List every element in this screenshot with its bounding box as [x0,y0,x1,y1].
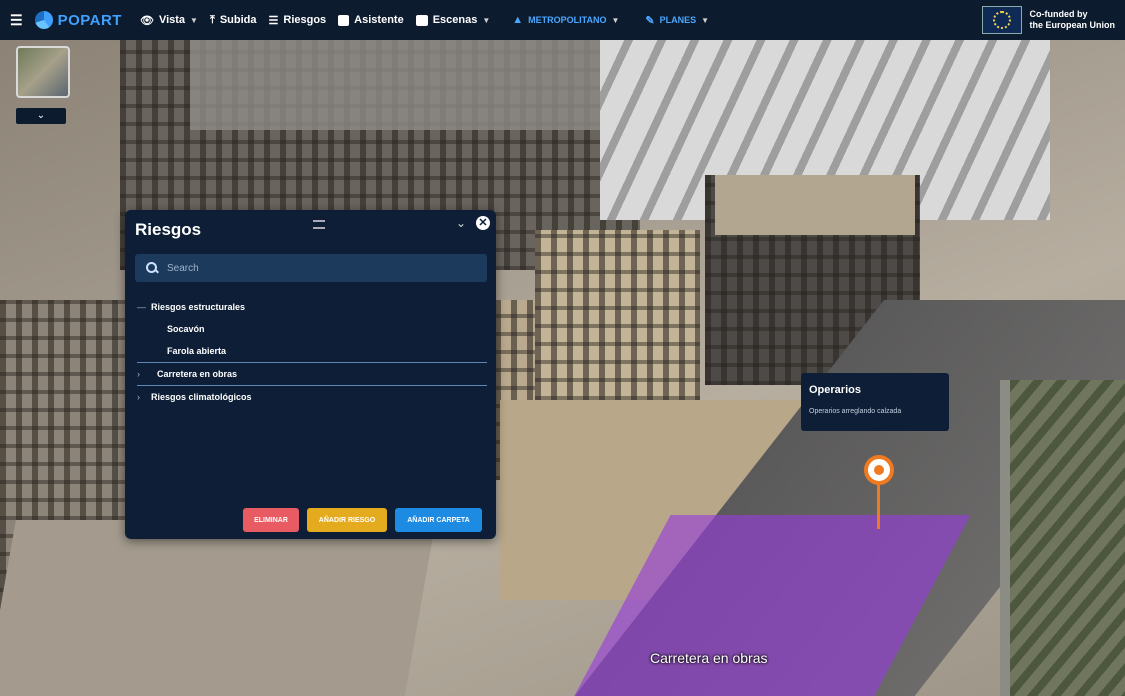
risk-marker-pin[interactable] [864,455,894,485]
eu-text-line1: Co-funded by [1029,9,1088,19]
search-input[interactable] [165,261,469,275]
search-icon [145,261,159,275]
tree-item-label: Riesgos estructurales [151,302,246,312]
tree-item-farola-abierta[interactable]: Farola abierta [137,340,487,362]
tree-item-socavon[interactable]: Socavón [137,318,487,340]
nav-asistente-label: Asistente [354,14,404,26]
nav-riesgos-label: Riesgos [283,14,327,26]
tree-item-label: Riesgos climatológicos [151,392,252,402]
add-risk-button[interactable]: AÑADIR RIESGO [307,508,387,532]
nav-subida-label: Subida [219,14,257,26]
chevron-down-icon: ▼ [190,15,198,25]
expand-toggle-icon[interactable]: › [137,392,151,402]
eye-icon: 👁 [139,14,154,27]
scenes-icon [415,14,428,26]
tree-item-riesgos-climatologicos[interactable]: › Riesgos climatológicos [137,386,487,408]
close-icon[interactable]: ✕ [476,216,490,230]
chevron-down-icon: ⌄ [36,110,46,121]
add-folder-button[interactable]: AÑADIR CARPETA [395,508,482,532]
building-tower-roof [715,175,915,235]
eu-funding-badge: Co-funded by the European Union [981,6,1116,34]
tree-item-label: Farola abierta [167,346,227,356]
nav-asistente[interactable]: Asistente [338,14,404,26]
nav-escenas[interactable]: Escenas ▼ [415,14,491,26]
upload-icon: ⤒ [209,13,215,26]
hierarchy-icon: ☰ [268,14,279,27]
assistant-icon [338,14,350,26]
trees-right [1010,380,1125,696]
eu-flag-icon [981,6,1022,34]
riesgos-panel: Riesgos ⌄ ✕ — Riesgos estructurales Soca… [125,210,496,539]
tree-item-carretera-en-obras[interactable]: › Carretera en obras [137,362,487,386]
eu-funding-text: Co-funded by the European Union [1030,9,1116,31]
chart-icon: ▲ [512,14,524,26]
layer-expand-button[interactable]: ⌄ [16,108,66,124]
delete-button[interactable]: ELIMINAR [243,508,299,532]
top-navigation-bar: ☰ POPART 👁 Vista ▼ ⤒ Subida ☰ Riesgos As… [0,0,1125,40]
expand-toggle-icon[interactable]: › [137,369,151,379]
menu-button[interactable]: ☰ [10,12,23,29]
collapse-chevron-icon[interactable]: ⌄ [456,216,466,230]
panel-title: Riesgos [135,220,202,239]
risk-tree: — Riesgos estructurales Socavón Farola a… [137,296,487,408]
nav-metropolitano-label: METROPOLITANO [528,15,607,25]
chevron-down-icon: ▼ [701,15,710,25]
base-layer-thumbnail[interactable] [16,46,70,98]
marker-tooltip: Operarios Operarios arreglando calzada [801,373,949,431]
search-box[interactable] [135,254,487,282]
nav-vista-label: Vista [158,14,186,26]
collapse-toggle-icon[interactable]: — [137,302,151,312]
tree-item-riesgos-estructurales[interactable]: — Riesgos estructurales [137,296,487,318]
drag-handle-icon[interactable] [313,220,325,229]
tree-item-label: Socavón [167,324,205,334]
map-zone-label: Carretera en obras [650,650,768,666]
popart-logo-icon [34,11,53,29]
tooltip-title: Operarios [809,384,861,396]
brand-logo: POPART [34,11,122,29]
brand-name: POPART [57,11,122,29]
eu-text-line2: the European Union [1029,20,1116,30]
nav-metropolitano[interactable]: ▲ METROPOLITANO ▼ [512,14,619,26]
nav-riesgos[interactable]: ☰ Riesgos [269,14,327,27]
nav-escenas-label: Escenas [432,14,478,26]
tree-item-label: Carretera en obras [157,369,238,379]
chevron-down-icon: ▼ [611,15,620,25]
building-mid-2 [535,230,700,400]
wrench-icon [874,465,884,475]
nav-planes[interactable]: ✎ PLANES ▼ [645,14,709,27]
panel-actions: ELIMINAR AÑADIR RIESGO AÑADIR CARPETA [243,508,482,532]
tooltip-description: Operarios arreglando calzada [809,408,902,415]
marker-stem [877,485,880,529]
nav-subida[interactable]: ⤒ Subida [210,14,257,27]
pen-icon: ✎ [645,14,655,27]
nav-planes-label: PLANES [659,15,697,25]
building-left-roof [0,520,436,696]
chevron-down-icon: ▼ [482,15,491,25]
nav-vista[interactable]: 👁 Vista ▼ [140,14,198,27]
